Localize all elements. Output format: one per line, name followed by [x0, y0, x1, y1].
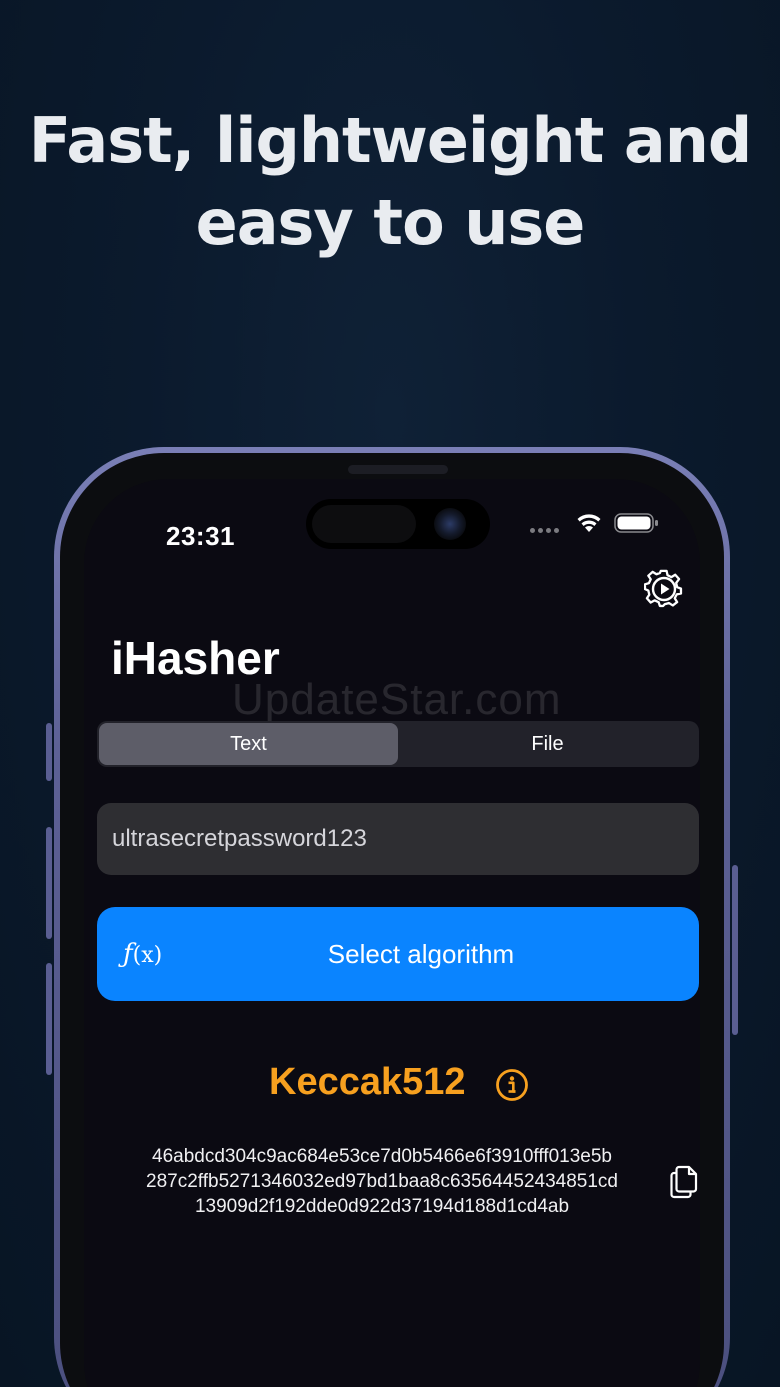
speaker-slot: [348, 465, 448, 474]
hash-line-2: 287c2ffb5271346032ed97bd1baa8c6356445243…: [146, 1171, 618, 1192]
action-button: [46, 723, 52, 781]
hash-line-3: 13909d2f192dde0d922d37194d188d1cd4ab: [194, 1196, 570, 1217]
headline-line-1: Fast, lightweight and: [28, 104, 753, 177]
input-mode-segmented-control: Text File: [97, 721, 699, 767]
power-button: [732, 865, 738, 1035]
headline-line-2: easy to use: [195, 186, 586, 259]
settings-icon[interactable]: [644, 569, 684, 609]
copy-icon[interactable]: [670, 1165, 698, 1199]
info-icon[interactable]: [495, 1068, 529, 1102]
volume-down-button: [46, 963, 52, 1075]
segment-file[interactable]: File: [398, 723, 697, 765]
select-algorithm-button[interactable]: ƒ(x) Select algorithm: [97, 907, 699, 1001]
watermark: UpdateStar.com: [232, 675, 562, 724]
select-algorithm-label: Select algorithm: [327, 938, 515, 969]
volume-up-button: [46, 827, 52, 939]
island-pill: [312, 505, 416, 543]
battery-icon: [614, 513, 658, 533]
promo-headline: Fast, lightweight and easy to use: [0, 100, 780, 264]
phone-frame: 23:31 iHasher UpdateStar.com Text File u…: [46, 447, 738, 1387]
status-time: 23:31: [166, 521, 235, 551]
hash-output: 46abdcd304c9ac684e53ce7d0b5466e6f3910fff…: [102, 1144, 662, 1219]
app-screen: 23:31 iHasher UpdateStar.com Text File u…: [84, 479, 700, 1387]
phone-bezel: 23:31 iHasher UpdateStar.com Text File u…: [60, 453, 724, 1387]
algorithm-name: Keccak512: [269, 1061, 466, 1103]
wifi-icon: [577, 514, 601, 532]
hash-line-1: 46abdcd304c9ac684e53ce7d0b5466e6f3910fff…: [152, 1146, 612, 1167]
front-camera: [434, 508, 466, 540]
dynamic-island: [306, 499, 490, 549]
segment-text[interactable]: Text: [99, 723, 398, 765]
signal-dots-icon: [530, 528, 559, 533]
text-input-field[interactable]: ultrasecretpassword123: [97, 803, 699, 875]
